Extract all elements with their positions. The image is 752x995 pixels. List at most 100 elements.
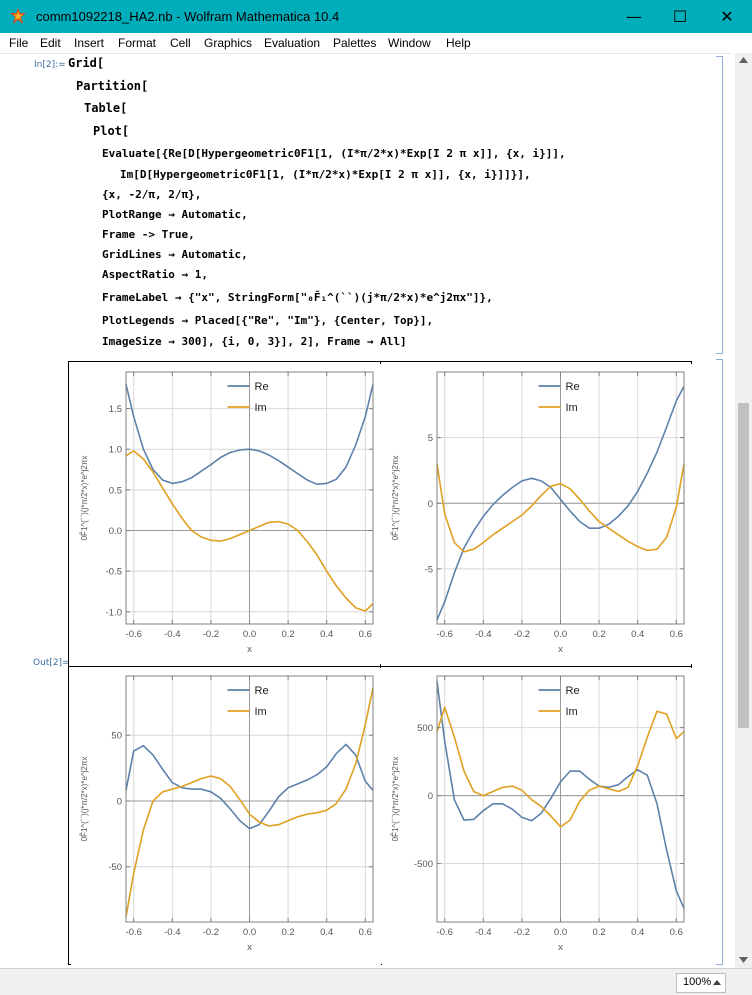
- tick-label-x: 0.4: [320, 927, 333, 938]
- grid-divider-horizontal: [69, 666, 691, 667]
- code-line-11[interactable]: AspectRatio → 1,: [102, 268, 208, 281]
- tick-label-y: 0.0: [109, 526, 122, 537]
- zoom-select[interactable]: 100%: [676, 973, 726, 993]
- code-line-9[interactable]: Frame -> True,: [102, 228, 195, 241]
- tick-label-y: -1.0: [106, 607, 122, 618]
- code-line-14[interactable]: ImageSize → 300], {i, 0, 3}], 2], Frame …: [102, 335, 407, 348]
- menu-graphics[interactable]: Graphics: [204, 36, 252, 50]
- tick-label-x: -0.6: [437, 927, 453, 938]
- minimize-icon: —: [626, 7, 642, 26]
- output-grid[interactable]: -0.6 -0.4 -0.2 0.0 0.2 0.4 0.6 -1.0 -0.5 0.0 0.5 1.…: [68, 361, 692, 968]
- scroll-up-icon[interactable]: [739, 57, 748, 63]
- tick-label-x: 0.4: [631, 927, 644, 938]
- legend-label-im: Im: [566, 402, 578, 414]
- axis-label-x: x: [247, 942, 252, 953]
- tick-label-x: -0.4: [475, 927, 491, 938]
- tick-label-y: -500: [414, 859, 433, 870]
- tick-label-x: -0.4: [475, 629, 491, 640]
- tick-label-x: 0.2: [281, 629, 294, 640]
- legend-label-re: Re: [255, 381, 269, 393]
- tick-label-y: 0: [117, 796, 122, 807]
- code-line-5[interactable]: Evaluate[{Re[D[Hypergeometric0F1[1, (I*π…: [102, 147, 566, 160]
- plot-d2[interactable]: -0.6 -0.4 -0.2 0.0 0.2 0.4 0.6 -50 0 50 x 0F̃1^(``)…: [71, 668, 381, 968]
- code-line-4[interactable]: Plot[: [93, 124, 129, 138]
- axis-label-y: 0F̃1^(``)(j*π/2*x)*e^j2πx: [391, 757, 400, 842]
- plot-d3[interactable]: -0.6 -0.4 -0.2 0.0 0.2 0.4 0.6 -500 0 500 x 0F̃1^(`…: [382, 668, 692, 968]
- tick-label-x: 0.2: [592, 927, 605, 938]
- tick-label-y: 500: [417, 723, 433, 734]
- close-icon: ✕: [720, 7, 734, 26]
- tick-label-x: 0.4: [631, 629, 644, 640]
- minimize-button[interactable]: —: [611, 0, 657, 33]
- maximize-icon: ☐: [672, 7, 688, 26]
- menu-window[interactable]: Window: [388, 36, 431, 50]
- menu-help[interactable]: Help: [446, 36, 471, 50]
- legend-label-im: Im: [255, 402, 267, 414]
- menu-palettes[interactable]: Palettes: [333, 36, 376, 50]
- maximize-button[interactable]: ☐: [657, 0, 703, 33]
- code-line-12[interactable]: FrameLabel → {"x", StringForm["₀F̃₁^(``)…: [102, 291, 493, 304]
- axis-label-y: 0F̃1^(``)(j*π/2*x)*e^j2πx: [80, 757, 89, 842]
- tick-label-x: 0.6: [670, 629, 683, 640]
- tick-label-y: 5: [428, 433, 433, 444]
- axis-label-x: x: [247, 644, 252, 655]
- tick-label-x: -0.2: [514, 629, 530, 640]
- tick-label-x: 0.6: [670, 927, 683, 938]
- menu-bar: File Edit Insert Format Cell Graphics Ev…: [0, 33, 752, 53]
- status-bar: 100%: [0, 968, 752, 995]
- scroll-down-icon[interactable]: [739, 957, 748, 963]
- code-line-6[interactable]: Im[D[Hypergeometric0F1[1, (I*π/2*x)*Exp[…: [120, 168, 531, 181]
- axis-label-y: 0F̃1^(``)(j*π/2*x)*e^j2πx: [80, 456, 89, 541]
- tick-label-x: -0.6: [437, 629, 453, 640]
- scrollbar-thumb[interactable]: [738, 403, 749, 728]
- menu-cell[interactable]: Cell: [170, 36, 191, 50]
- tick-label-y: 0: [428, 791, 433, 802]
- output-label: Out[2]=: [33, 658, 70, 668]
- tick-label-x: 0.6: [359, 927, 372, 938]
- menu-insert[interactable]: Insert: [74, 36, 104, 50]
- plot-d1[interactable]: -0.6 -0.4 -0.2 0.0 0.2 0.4 0.6 -5 0 5 x 0F̃1^(``)(j…: [382, 364, 692, 664]
- legend-label-im: Im: [255, 706, 267, 718]
- code-line-3[interactable]: Table[: [84, 101, 127, 115]
- menu-file[interactable]: File: [9, 36, 28, 50]
- tick-label-y: -0.5: [106, 567, 122, 578]
- tick-label-x: 0.0: [554, 629, 567, 640]
- zoom-value: 100%: [683, 976, 712, 988]
- vertical-scrollbar[interactable]: [735, 53, 752, 968]
- chevron-up-icon: [713, 980, 721, 985]
- code-line-13[interactable]: PlotLegends → Placed[{"Re", "Im"}, {Cent…: [102, 314, 433, 327]
- code-line-7[interactable]: {x, -2/π, 2/π},: [102, 188, 201, 201]
- tick-label-x: 0.0: [243, 629, 256, 640]
- tick-label-y: 1.0: [109, 445, 122, 456]
- tick-label-x: -0.2: [203, 629, 219, 640]
- tick-label-y: 50: [111, 731, 122, 742]
- menu-format[interactable]: Format: [118, 36, 156, 50]
- plot-d0[interactable]: -0.6 -0.4 -0.2 0.0 0.2 0.4 0.6 -1.0 -0.5 0.0 0.5 1.…: [71, 364, 381, 664]
- menu-edit[interactable]: Edit: [40, 36, 61, 50]
- tick-label-y: -50: [108, 862, 122, 873]
- axis-label-y: 0F̃1^(``)(j*π/2*x)*e^j2πx: [391, 456, 400, 541]
- tick-label-x: -0.6: [126, 927, 142, 938]
- code-line-10[interactable]: GridLines → Automatic,: [102, 248, 248, 261]
- legend-label-re: Re: [566, 685, 580, 697]
- output-cell-bracket[interactable]: [716, 359, 723, 965]
- tick-label-x: -0.6: [126, 629, 142, 640]
- tick-label-y: 0.5: [109, 485, 122, 496]
- code-line-8[interactable]: PlotRange → Automatic,: [102, 208, 248, 221]
- menu-evaluation[interactable]: Evaluation: [264, 36, 320, 50]
- tick-label-x: 0.6: [359, 629, 372, 640]
- tick-label-x: -0.2: [203, 927, 219, 938]
- code-line-1[interactable]: Grid[: [68, 56, 104, 70]
- input-label: In[2]:=: [34, 60, 66, 70]
- window-titlebar: comm1092218_HA2.nb - Wolfram Mathematica…: [0, 0, 752, 33]
- tick-label-x: -0.4: [164, 927, 180, 938]
- tick-label-x: -0.2: [514, 927, 530, 938]
- tick-label-x: 0.4: [320, 629, 333, 640]
- axis-label-x: x: [558, 644, 563, 655]
- tick-label-y: -5: [425, 564, 433, 575]
- close-button[interactable]: ✕: [704, 0, 750, 33]
- tick-label-x: -0.4: [164, 629, 180, 640]
- tick-label-y: 1.5: [109, 404, 122, 415]
- input-cell-bracket[interactable]: [716, 56, 723, 354]
- code-line-2[interactable]: Partition[: [76, 79, 148, 93]
